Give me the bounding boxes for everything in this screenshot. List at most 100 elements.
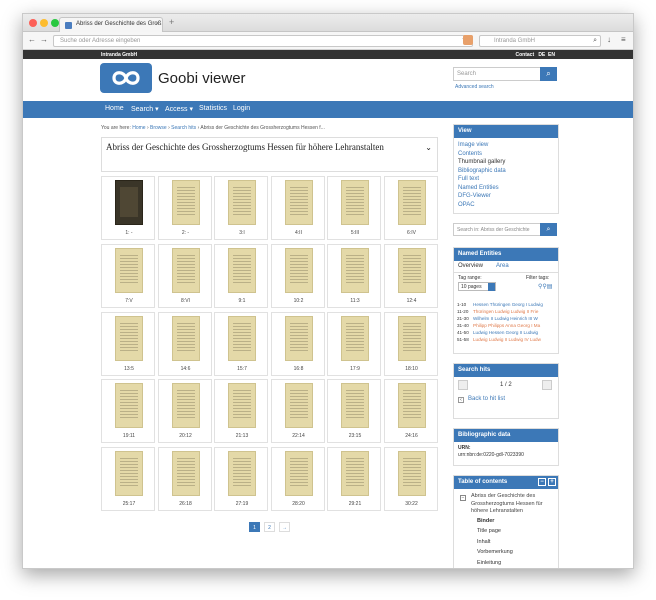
record-search-button[interactable]: ⌕	[540, 223, 557, 236]
thumbnail[interactable]: 3:I	[214, 176, 268, 240]
header-search-button[interactable]: ⌕	[540, 67, 557, 81]
thumbnail[interactable]: 24:16	[383, 379, 438, 444]
breadcrumb-hits[interactable]: Search hits	[171, 125, 196, 131]
nav-search[interactable]: Search ▾	[131, 105, 159, 113]
thumbnail[interactable]: 7:V	[101, 243, 155, 308]
close-window-button[interactable]	[29, 19, 37, 27]
nav-access[interactable]: Access ▾	[165, 105, 193, 113]
collapse-icon[interactable]: −	[460, 495, 466, 501]
thumbnail[interactable]: 8:VI	[157, 243, 212, 308]
menu-icon[interactable]: ≡	[621, 35, 626, 44]
thumbnail[interactable]: 29:21	[327, 447, 381, 512]
view-link[interactable]: Image view	[458, 141, 554, 150]
collapse-all-icon[interactable]: −	[538, 478, 546, 486]
tag-range-select[interactable]: 10 pages	[458, 282, 496, 291]
view-link[interactable]: Named Entities	[458, 184, 554, 193]
zoom-window-button[interactable]	[51, 19, 59, 27]
nav-home[interactable]: Home	[105, 105, 124, 112]
thumbnail[interactable]: 17:9	[327, 311, 381, 376]
forward-icon[interactable]: →	[40, 35, 48, 44]
thumbnail[interactable]: 4:II	[270, 176, 325, 240]
view-link[interactable]: Contents	[458, 150, 554, 159]
thumbnail[interactable]: 16:8	[270, 311, 325, 376]
record-title-box[interactable]: Abriss der Geschichte des Grossherzogtum…	[101, 137, 438, 172]
thumbnail[interactable]: 2: -	[157, 176, 212, 240]
record-search-input[interactable]: Search in: Abriss der Geschichte	[453, 223, 541, 236]
thumbnail[interactable]: 9:1	[214, 243, 268, 308]
toc-item[interactable]: Inhalt	[457, 537, 555, 548]
back-icon[interactable]: ←	[28, 35, 36, 44]
thumbnail[interactable]: 28:20	[270, 447, 325, 512]
breadcrumb-browse[interactable]: Browse	[150, 125, 167, 131]
thumbnail[interactable]: 23:15	[327, 379, 381, 444]
thumbnail[interactable]: 13:5	[101, 311, 155, 376]
thumbnail[interactable]: 6:IV	[383, 176, 438, 240]
entity-tags[interactable]: Hessen Thüringen Georg I Ludwig	[473, 302, 543, 307]
thumbnail[interactable]: 18:10	[383, 311, 438, 376]
expand-all-icon[interactable]: +	[548, 478, 556, 486]
filter-tags-icon[interactable]: ⚲⚲▤	[538, 283, 552, 290]
lang-en-link[interactable]: EN	[548, 52, 555, 58]
thumbnail[interactable]: 19:11	[101, 379, 155, 444]
contact-link[interactable]: Contact	[516, 52, 535, 58]
nav-login[interactable]: Login	[233, 105, 250, 112]
logo-text[interactable]: Goobi viewer	[158, 70, 246, 87]
thumbnail[interactable]: 25:17	[101, 447, 155, 512]
header-search-input[interactable]: Search	[453, 67, 541, 81]
thumbnail[interactable]: 12:4	[383, 243, 438, 308]
minimize-window-button[interactable]	[40, 19, 48, 27]
page-1-button[interactable]: 1	[249, 522, 260, 532]
entity-tags[interactable]: Thüringen Ludwig Ludwig II Frie	[473, 309, 538, 314]
view-link[interactable]: Bibliographic data	[458, 167, 554, 176]
thumbnail[interactable]: 5:III	[327, 176, 381, 240]
next-page-button[interactable]: →	[279, 522, 290, 532]
entity-tags[interactable]: Ludwig Hessen Georg II Ludwig	[473, 330, 538, 335]
entity-tags[interactable]: Philipp Philipps Anna Georg I Ma	[473, 323, 540, 328]
toc-item[interactable]: Einleitung	[457, 558, 555, 569]
view-link[interactable]: Thumbnail gallery	[458, 158, 554, 167]
entity-tags[interactable]: Wilhelm II Ludwig Heinrich III W	[473, 316, 538, 321]
address-bar[interactable]: Suche oder Adresse eingeben ↻	[53, 35, 473, 47]
thumbnail[interactable]: 1: -	[101, 176, 155, 240]
download-icon[interactable]: ↓	[607, 35, 611, 44]
toc-item[interactable]: Vorbemerkung	[457, 547, 555, 558]
search-hits-heading: Search hits	[454, 364, 558, 377]
advanced-search-link[interactable]: Advanced search	[455, 84, 494, 90]
thumbnail[interactable]: 10:2	[270, 243, 325, 308]
back-to-hit-list-link[interactable]: Back to hit list	[468, 396, 505, 402]
page-2-button[interactable]: 2	[264, 522, 275, 532]
thumbnail-label: 19:11	[122, 433, 136, 440]
thumbnail[interactable]: 21:13	[214, 379, 268, 444]
thumbnail-label: 12:4	[406, 297, 417, 304]
chevron-down-icon[interactable]: ⌄	[425, 143, 432, 152]
nav-statistics[interactable]: Statistics	[199, 105, 227, 112]
logo-icon[interactable]	[100, 63, 152, 93]
view-link[interactable]: DFG-Viewer	[458, 192, 554, 201]
toc-item[interactable]: Binder	[457, 516, 555, 527]
toc-root[interactable]: − Abriss der Geschichte des Grossherzogt…	[457, 493, 555, 516]
thumbnail[interactable]: 15:7	[214, 311, 268, 376]
addon-icon[interactable]	[463, 35, 473, 45]
new-tab-button[interactable]: +	[169, 17, 174, 27]
toc-item[interactable]: Title page	[457, 526, 555, 537]
previous-hit-button[interactable]	[458, 380, 468, 390]
thumbnail[interactable]: 22:14	[270, 379, 325, 444]
thumbnail[interactable]: 11:3	[327, 243, 381, 308]
thumbnail[interactable]: 14:6	[157, 311, 212, 376]
lang-de-link[interactable]: DE	[538, 52, 545, 58]
view-link[interactable]: Full text	[458, 175, 554, 184]
thumbnail[interactable]: 26:18	[157, 447, 212, 512]
thumbnail[interactable]: 20:12	[157, 379, 212, 444]
next-hit-button[interactable]	[542, 380, 552, 390]
breadcrumb-home[interactable]: Home	[132, 125, 145, 131]
browser-tab[interactable]: Abriss der Geschichte des Groß ×	[59, 17, 163, 32]
entity-tags[interactable]: Ludwig Ludwig II Ludwig IV Ludw	[473, 337, 541, 342]
thumbnail[interactable]: 27:19	[214, 447, 268, 512]
thumbnail[interactable]: 30:22	[383, 447, 438, 512]
tab-area[interactable]: Area	[496, 263, 509, 269]
tab-close-icon[interactable]: ×	[155, 21, 159, 27]
view-link[interactable]: OPAC	[458, 201, 554, 210]
favicon-icon	[65, 22, 72, 29]
tab-overview[interactable]: Overview	[458, 263, 483, 269]
browser-search-bar[interactable]: Intranda GmbH ⌕	[479, 35, 601, 47]
